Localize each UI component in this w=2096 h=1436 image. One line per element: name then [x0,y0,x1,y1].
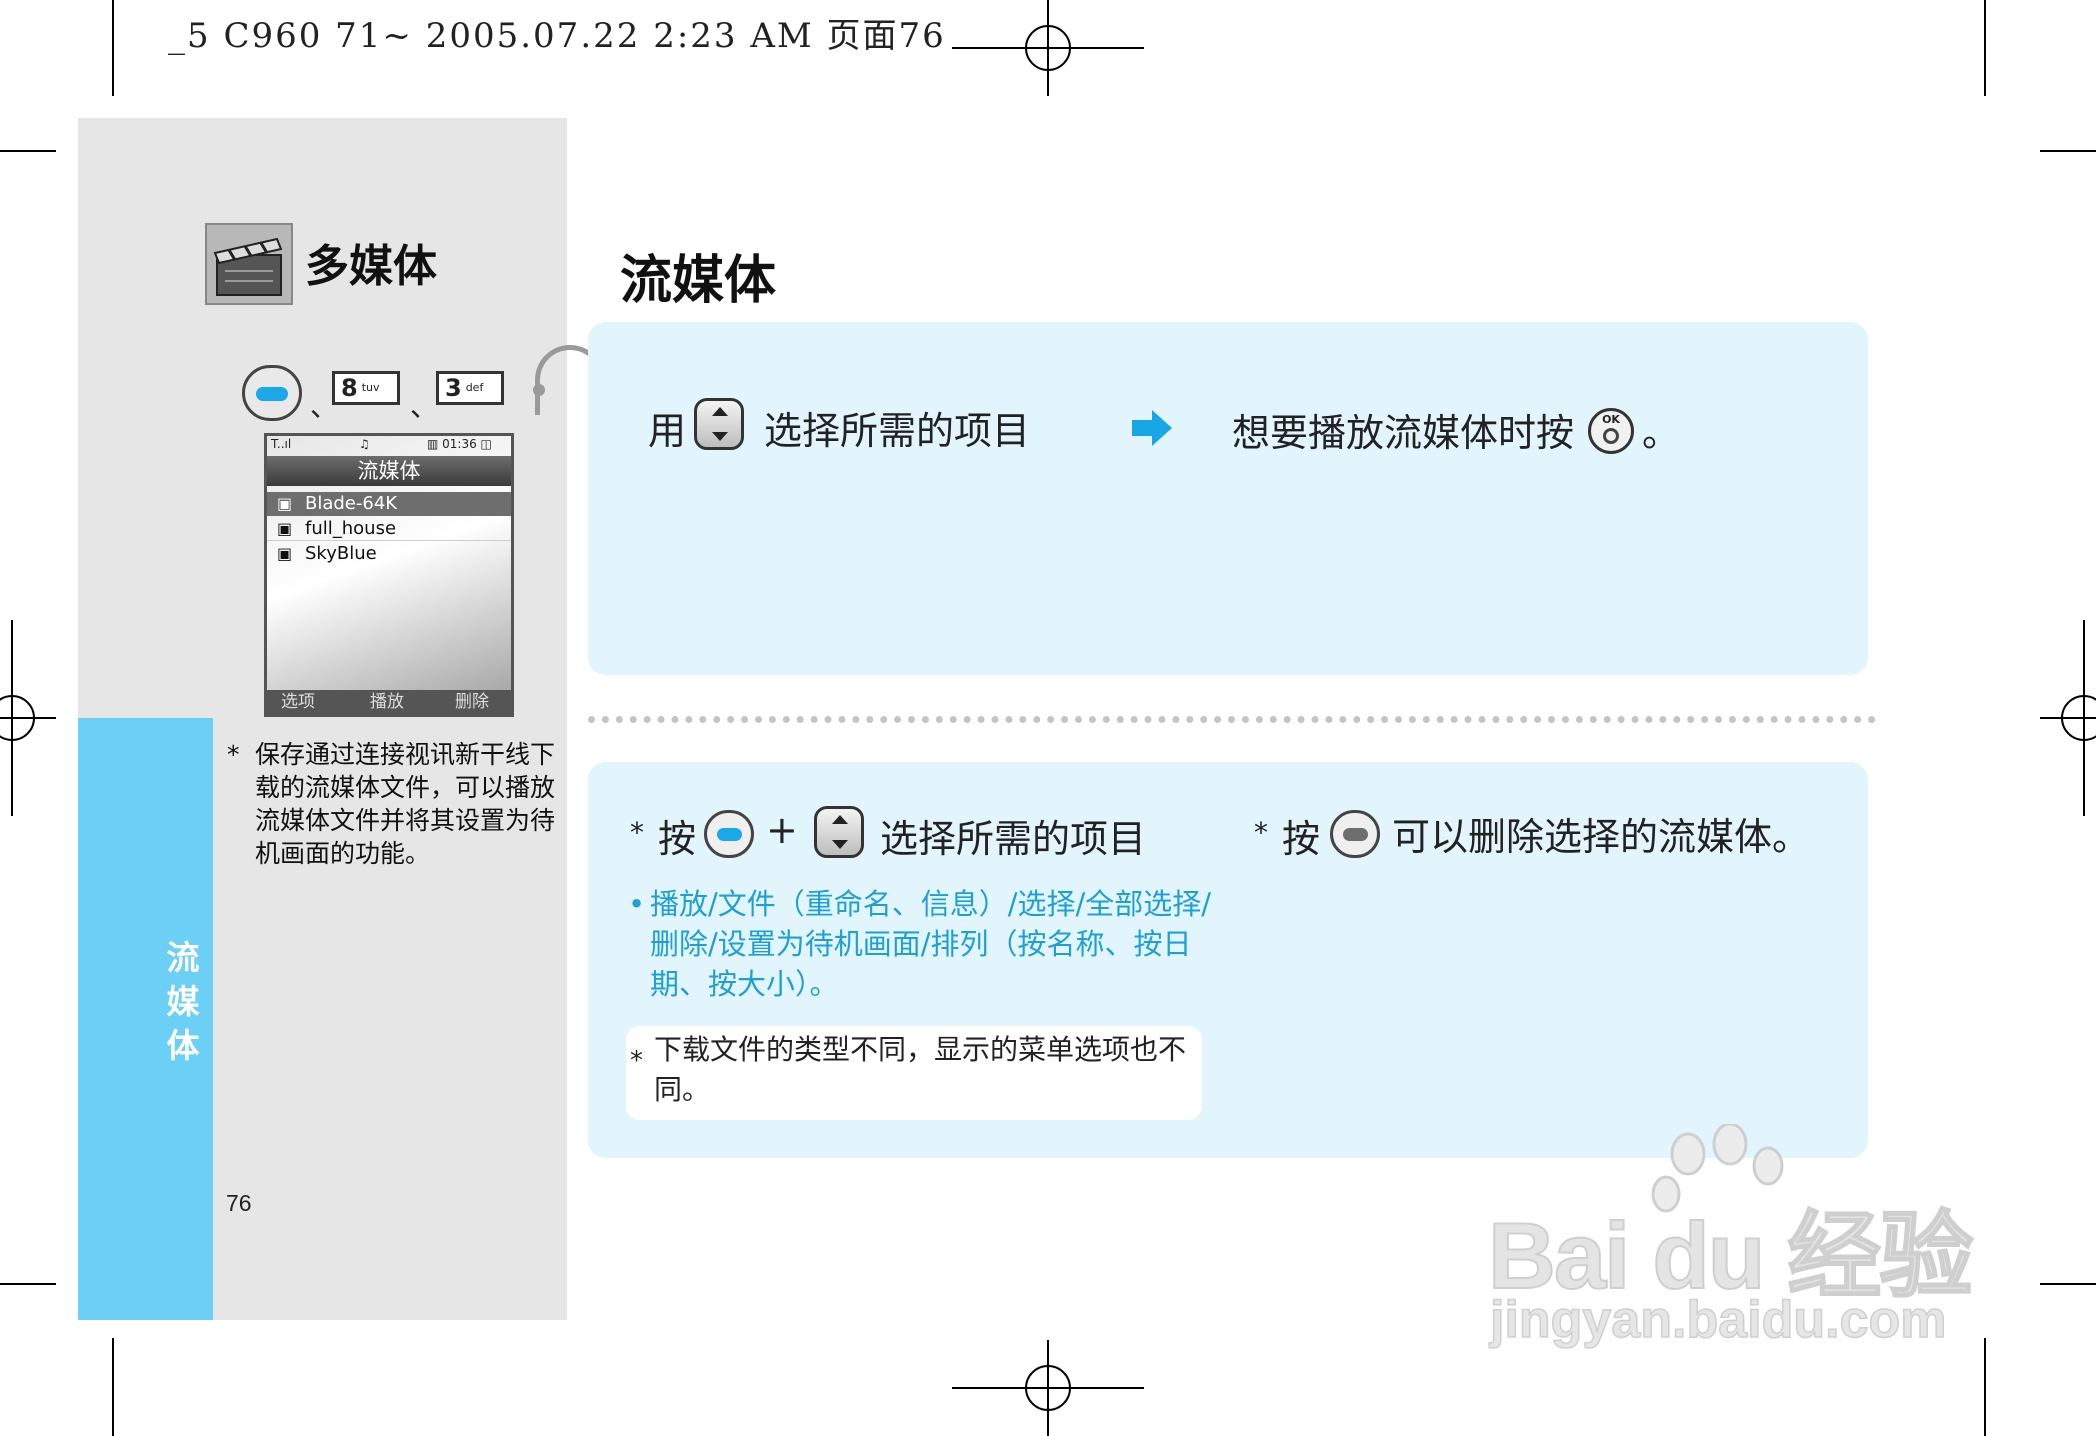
clear-key-icon [1330,810,1380,858]
key-3-icon: 3 def [436,371,504,405]
phone-screen-preview: T..ıl ♫ ▥ 01:36 ◫ 流媒体 Blade-64K full_hou… [264,433,514,717]
softkey-play[interactable]: 播放 [370,690,404,714]
ok-key-icon: OK [1588,408,1634,454]
step2-period: 。 [1642,411,1681,455]
list-item[interactable]: full_house [267,517,511,541]
sidebar-note-text: 保存通过连接视讯新干线下载的流媒体文件，可以播放流媒体文件并将其设置为待机画面的… [255,740,556,868]
navigation-key-icon [694,398,744,450]
menu-options-text: 播放/文件（重命名、信息）/选择/全部选择/删除/设置为待机画面/排列（按名称、… [650,887,1212,1001]
phone-screen-title: 流媒体 [267,456,511,486]
phone-softkey-bar: 选项 播放 删除 [267,690,511,714]
asterisk: * [630,1046,643,1076]
asterisk: * [1254,816,1268,849]
signal-icon: T..ıl [271,437,292,451]
clapperboard-icon [205,223,293,305]
battery-time-status: ▥ 01:36 ◫ [427,437,492,451]
media-status-icon: ♫ [359,437,370,451]
key-sequence: 、 8 tuv 、 3 def [242,363,512,429]
list-item[interactable]: SkyBlue [267,542,511,566]
ok-key-label: OK [1602,413,1620,426]
section-title: 多媒体 [305,241,437,292]
bullet: • [628,887,646,921]
list-item[interactable]: Blade-64K [267,492,511,516]
page-number: 76 [226,1190,252,1216]
step-panel [588,322,1868,675]
key-8-number: 8 [341,374,358,402]
press-prefix: 按 [1282,817,1321,861]
note-text: 下载文件的类型不同，显示的菜单选项也不同。 [654,1033,1187,1106]
step1-text: 选择所需的项目 [764,409,1031,453]
connector-dot [533,384,545,396]
softkey-delete[interactable]: 删除 [455,690,489,714]
select-item-text: 选择所需的项目 [880,817,1147,861]
menu-softkey-icon [704,810,754,858]
delete-instruction-text: 可以删除选择的流媒体。 [1392,815,1811,859]
note-box: * 下载文件的类型不同，显示的菜单选项也不同。 [626,1026,1202,1120]
key-separator: 、 [410,390,439,423]
menu-key-icon [242,365,302,421]
softkey-options[interactable]: 选项 [281,690,315,714]
press-prefix: 按 [658,817,697,861]
step1-prefix: 用 [648,409,687,453]
plus-sign: + [766,808,798,852]
key-3-number: 3 [445,374,462,402]
navigation-key-icon [814,806,864,858]
vertical-section-label: 流 媒 体 [166,938,200,1065]
dotted-divider [588,716,1876,723]
key-3-letters: def [465,381,484,394]
note-asterisk: * [227,740,240,769]
phone-status-bar: T..ıl ♫ ▥ 01:36 ◫ [267,436,511,454]
asterisk: * [630,816,644,849]
page-title: 流媒体 [620,251,777,311]
watermark-url: jingyan.baidu.com [1489,1290,1947,1350]
key-8-icon: 8 tuv [332,371,400,405]
arrow-right-icon [1132,410,1172,446]
key-8-letters: tuv [361,381,380,394]
step2-text: 想要播放流媒体时按 [1232,411,1575,455]
